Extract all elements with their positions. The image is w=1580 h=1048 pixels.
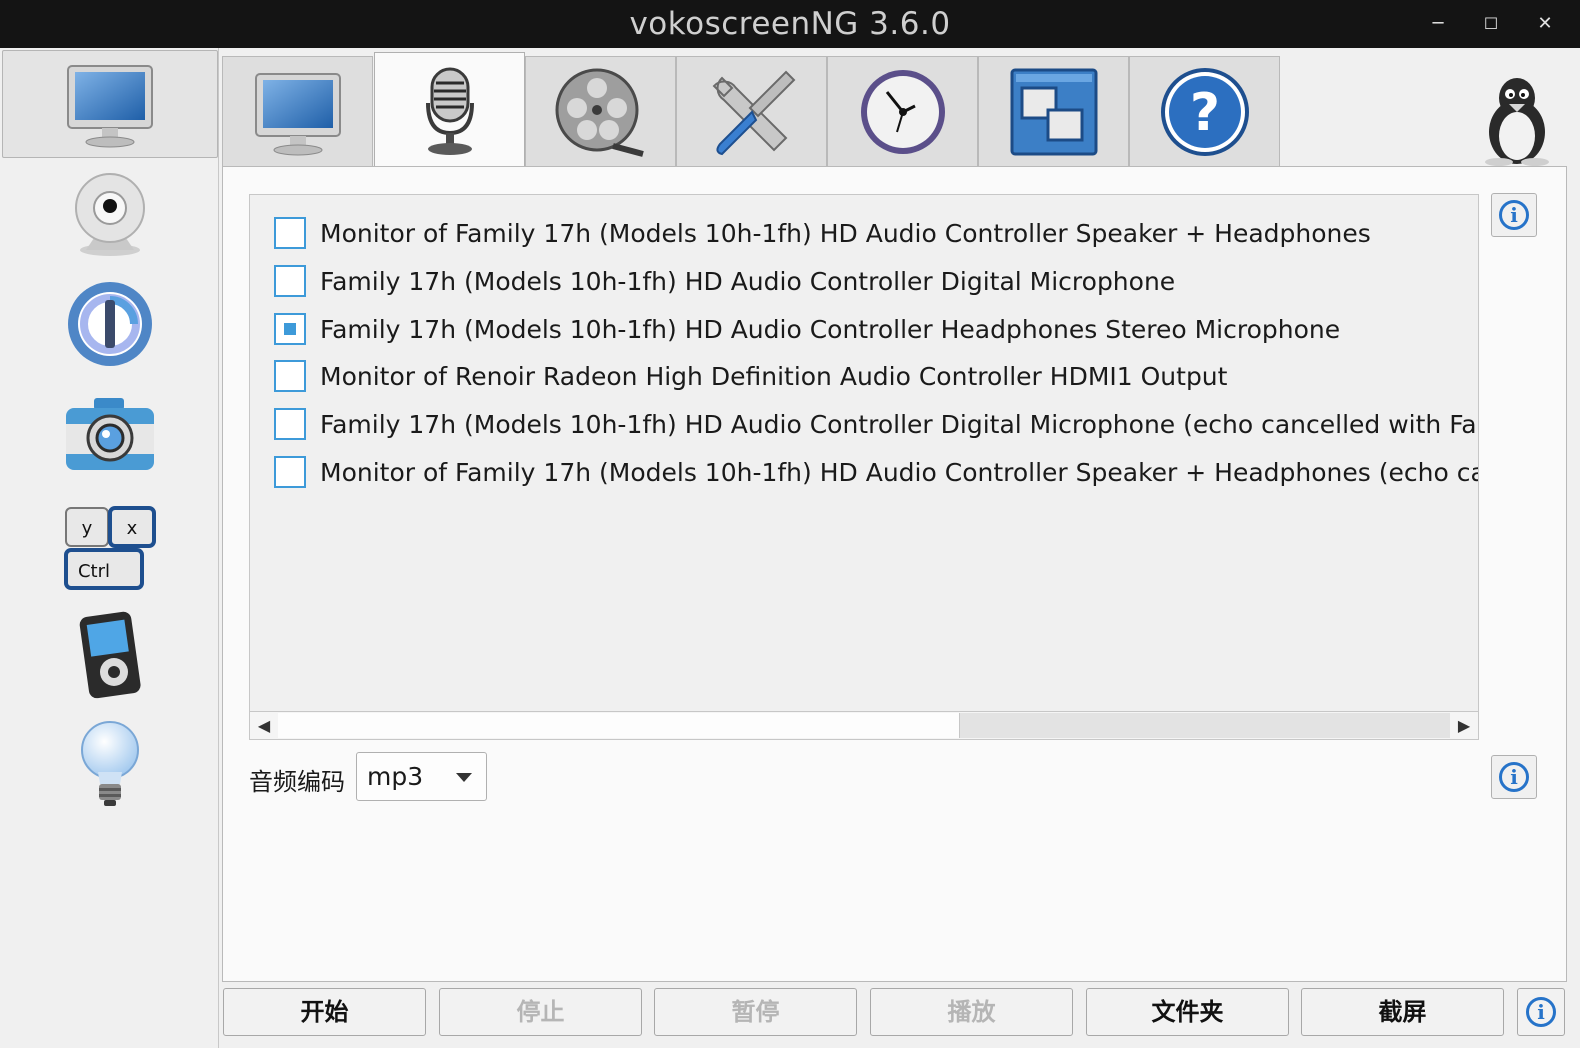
device-label: Family 17h (Models 10h-1fh) HD Audio Con… [320, 314, 1341, 344]
camera-icon [66, 398, 154, 470]
device-checkbox[interactable] [274, 408, 306, 440]
sidebar-item-camera[interactable] [2, 160, 218, 268]
close-button[interactable]: ✕ [1530, 10, 1560, 38]
tab-help[interactable]: ? [1129, 56, 1280, 166]
pause-button[interactable]: 暂停 [654, 988, 857, 1036]
tab-screen[interactable] [222, 56, 373, 166]
device-label: Monitor of Family 17h (Models 10h-1fh) H… [320, 218, 1371, 248]
device-checkbox[interactable] [274, 265, 306, 297]
maximize-button[interactable]: ☐ [1476, 10, 1506, 38]
sidebar-item-shortcuts[interactable]: y x Ctrl [2, 490, 218, 598]
list-item[interactable]: Monitor of Family 17h (Models 10h-1fh) H… [274, 452, 1479, 492]
minimize-button[interactable]: ─ [1423, 10, 1453, 38]
tab-timer[interactable] [827, 56, 978, 166]
folder-button[interactable]: 文件夹 [1086, 988, 1289, 1036]
device-checkbox[interactable] [274, 456, 306, 488]
scroll-track[interactable] [960, 713, 1450, 738]
list-item[interactable]: Family 17h (Models 10h-1fh) HD Audio Con… [274, 261, 1175, 301]
tab-settings[interactable] [676, 56, 827, 166]
sidebar-item-screen[interactable] [2, 50, 218, 158]
tux-logo [1477, 74, 1557, 170]
clock-icon [860, 69, 945, 154]
lightbulb-icon [81, 721, 139, 806]
start-button[interactable]: 开始 [223, 988, 426, 1036]
scroll-right-arrow[interactable]: ▶ [1450, 712, 1478, 739]
tab-audio[interactable] [374, 52, 525, 168]
svg-text:Ctrl: Ctrl [78, 561, 110, 582]
main-area: ? Monitor of Family 17h (Models 10h-1fh)… [222, 48, 1567, 1048]
list-item[interactable]: Monitor of Renoir Radeon High Definition… [274, 356, 1227, 396]
media-player-icon [79, 611, 141, 699]
codec-value: mp3 [367, 762, 424, 791]
bottom-info-button[interactable]: i [1517, 988, 1565, 1036]
svg-text:?: ? [1189, 83, 1219, 143]
device-label: Family 17h (Models 10h-1fh) HD Audio Con… [320, 266, 1176, 296]
windows-icon [1010, 68, 1097, 155]
info-icon: i [1499, 200, 1529, 230]
audio-panel: Monitor of Family 17h (Models 10h-1fh) H… [222, 166, 1567, 982]
sidebar: y x Ctrl [0, 48, 219, 1048]
tab-showclick[interactable] [978, 56, 1129, 166]
penguin-icon [1485, 78, 1549, 166]
sidebar-item-player[interactable] [2, 270, 218, 378]
info-icon: i [1526, 997, 1556, 1027]
monitor-icon [67, 65, 153, 148]
sidebar-item-tips[interactable] [2, 710, 218, 818]
help-icon: ? [1160, 67, 1249, 156]
scroll-thumb[interactable] [278, 713, 960, 738]
keyboard-shortcut-icon: y x Ctrl [64, 506, 156, 590]
device-info-button[interactable]: i [1491, 193, 1537, 237]
tab-bar: ? [222, 52, 1567, 170]
sidebar-item-media[interactable] [2, 600, 218, 708]
screenshot-button[interactable]: 截屏 [1301, 988, 1504, 1036]
title-bar: vokoscreenNG 3.6.0 ─ ☐ ✕ [0, 0, 1580, 48]
webcam-icon [75, 173, 145, 256]
svg-text:y: y [82, 518, 93, 539]
film-reel-icon [555, 68, 644, 157]
list-item[interactable]: Family 17h (Models 10h-1fh) HD Audio Con… [274, 309, 1340, 349]
sidebar-item-snapshot[interactable] [2, 380, 218, 488]
list-item[interactable]: Family 17h (Models 10h-1fh) HD Audio Con… [274, 404, 1479, 444]
horizontal-scrollbar[interactable]: ◀ ▶ [250, 711, 1478, 739]
scroll-left-arrow[interactable]: ◀ [250, 712, 278, 739]
list-item[interactable]: Monitor of Family 17h (Models 10h-1fh) H… [274, 213, 1371, 253]
tools-icon [712, 70, 795, 155]
device-label: Monitor of Renoir Radeon High Definition… [320, 361, 1228, 391]
stop-button[interactable]: 停止 [439, 988, 642, 1036]
device-checkbox[interactable] [274, 313, 306, 345]
codec-select[interactable]: mp3 [356, 752, 487, 801]
power-ring-icon [68, 282, 152, 366]
play-button[interactable]: 播放 [870, 988, 1073, 1036]
monitor-icon [254, 72, 341, 155]
tab-video[interactable] [525, 56, 676, 166]
window-title: vokoscreenNG 3.6.0 [629, 6, 951, 42]
device-label: Monitor of Family 17h (Models 10h-1fh) H… [320, 457, 1479, 487]
codec-label: 音频编码 [249, 768, 345, 796]
device-checkbox[interactable] [274, 360, 306, 392]
app-window: y x Ctrl ? Monitor of Family 17h (Models… [0, 48, 1580, 1048]
device-checkbox[interactable] [274, 217, 306, 249]
device-label: Family 17h (Models 10h-1fh) HD Audio Con… [320, 409, 1479, 439]
microphone-icon [425, 67, 474, 155]
chevron-down-icon [456, 773, 472, 782]
svg-text:x: x [127, 518, 138, 539]
audio-device-list: Monitor of Family 17h (Models 10h-1fh) H… [249, 194, 1479, 740]
codec-info-button[interactable]: i [1491, 755, 1537, 799]
info-icon: i [1499, 762, 1529, 792]
